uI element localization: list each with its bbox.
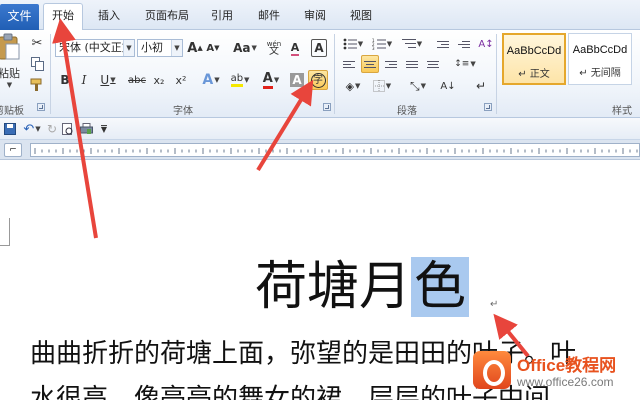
watermark-title: Office教程网 — [517, 356, 617, 375]
annotation-arrow-to-enclose-button — [256, 79, 314, 172]
annotation-arrow-to-home-tab — [52, 18, 98, 239]
watermark-url: www.office26.com — [517, 375, 614, 389]
office-logo-icon — [473, 351, 511, 389]
annotation-arrows — [52, 18, 530, 358]
watermark: Office教程网 www.office26.com — [473, 349, 640, 397]
